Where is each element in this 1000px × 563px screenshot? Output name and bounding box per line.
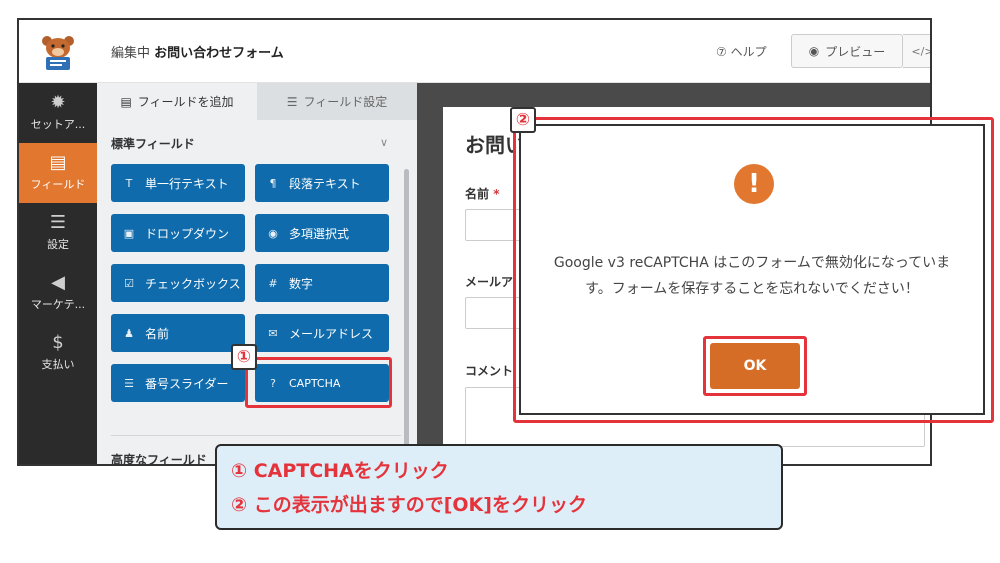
- header-title: 編集中 お問い合わせフォーム: [111, 42, 284, 61]
- instruction-line-1: ① CAPTCHAをクリック: [231, 460, 449, 482]
- embed-button[interactable]: </>: [903, 34, 932, 68]
- step-badge-2: ②: [510, 107, 536, 133]
- tutorial-screenshot: 編集中 お問い合わせフォーム ⑦ ヘルプ ◉ プレビュー </> ✹ セットア.…: [0, 0, 1000, 563]
- field-button-number-slider[interactable]: ☰ 番号スライダー: [111, 364, 245, 402]
- editing-prefix: 編集中: [111, 46, 151, 61]
- gear-icon: ✹: [50, 92, 66, 113]
- field-button-label: 段落テキスト: [289, 176, 361, 191]
- field-button-checkboxes[interactable]: ☑ チェックボックス: [111, 264, 245, 302]
- field-button-label: 多項選択式: [289, 226, 350, 241]
- list-icon: ▤: [120, 94, 132, 109]
- sliders-icon: ☰: [286, 94, 298, 109]
- field-button-paragraph-text[interactable]: ¶ 段落テキスト: [255, 164, 389, 202]
- sidebar-item-payments[interactable]: $ 支払い: [19, 323, 97, 383]
- field-button-dropdown[interactable]: ▣ ドロップダウン: [111, 214, 245, 252]
- checkbox-icon: ☑: [124, 276, 134, 290]
- label-text: 名前: [465, 187, 490, 201]
- tab-add-fields[interactable]: ▤ フィールドを追加: [97, 83, 257, 120]
- recaptcha-alert-modal: ! Google v3 reCAPTCHA はこのフォームで無効化になっています…: [519, 124, 985, 415]
- field-button-single-line-text[interactable]: T 単一行テキスト: [111, 164, 245, 202]
- ok-button[interactable]: OK: [710, 343, 800, 389]
- name-field-label: 名前 *: [465, 185, 499, 202]
- sliders-icon: ☰: [49, 212, 67, 233]
- sidebar-item-label: マーケテ...: [30, 298, 86, 311]
- dropdown-icon: ▣: [123, 226, 135, 240]
- field-button-label: ドロップダウン: [145, 226, 230, 241]
- modal-message: Google v3 reCAPTCHA はこのフォームで無効化になっています。フ…: [553, 255, 951, 297]
- field-button-numbers[interactable]: # 数字: [255, 264, 389, 302]
- dollar-icon: $: [52, 332, 64, 353]
- code-icon: </>: [911, 44, 932, 58]
- paragraph-icon: ¶: [269, 176, 277, 190]
- help-label: ヘルプ: [730, 45, 767, 59]
- captcha-highlight: [245, 357, 392, 408]
- help-icon: ⑦: [716, 45, 727, 59]
- chevron-down-icon[interactable]: ∨: [380, 136, 388, 149]
- logo: [19, 20, 97, 83]
- tab-field-settings[interactable]: ☰ フィールド設定: [257, 83, 417, 120]
- instruction-callout: ① CAPTCHAをクリック ② この表示が出ますので[OK]をクリック: [215, 444, 783, 530]
- tab-label: フィールドを追加: [137, 95, 234, 109]
- sidebar-item-label: 支払い: [41, 358, 75, 371]
- sidebar-item-label: 設定: [47, 238, 69, 251]
- eye-icon: ◉: [808, 44, 820, 58]
- section-divider: [111, 435, 401, 436]
- sidebar-item-fields[interactable]: ▤ フィールド: [19, 143, 97, 203]
- field-button-label: 数字: [289, 276, 314, 291]
- field-button-multiple-choice[interactable]: ◉ 多項選択式: [255, 214, 389, 252]
- advanced-fields-heading[interactable]: 高度なフィールド: [111, 451, 207, 464]
- field-button-name[interactable]: ♟ 名前: [111, 314, 245, 352]
- slider-icon: ☰: [124, 376, 134, 390]
- field-button-label: 名前: [145, 326, 170, 341]
- sidebar-item-marketing[interactable]: ◀ マーケテ...: [19, 263, 97, 323]
- required-mark: *: [493, 187, 500, 201]
- step-badge-1: ①: [231, 344, 257, 370]
- fields-panel: ▤ フィールドを追加 ☰ フィールド設定 標準フィールド ∨ T 単一行テキスト…: [97, 83, 417, 464]
- form-name: お問い合わせフォーム: [154, 46, 284, 61]
- field-button-label: 番号スライダー: [145, 376, 229, 391]
- panel-scrollbar[interactable]: [404, 169, 409, 464]
- bear-logo-icon: [42, 35, 74, 70]
- field-button-label: 単一行テキスト: [145, 176, 229, 191]
- sidebar-item-label: セットア...: [30, 118, 86, 131]
- text-line-icon: T: [125, 176, 133, 190]
- megaphone-icon: ◀: [51, 272, 65, 293]
- fields-icon: ▤: [49, 152, 67, 173]
- standard-fields-heading[interactable]: 標準フィールド: [111, 135, 195, 152]
- warning-icon: !: [734, 164, 774, 204]
- field-button-label: メールアドレス: [289, 326, 374, 341]
- sidebar-nav: ✹ セットア... ▤ フィールド ☰ 設定 ◀ マーケテ... $ 支払い: [19, 83, 97, 464]
- top-header: 編集中 お問い合わせフォーム ⑦ ヘルプ ◉ プレビュー </>: [19, 20, 930, 83]
- sidebar-item-settings[interactable]: ☰ 設定: [19, 203, 97, 263]
- panel-tabs: ▤ フィールドを追加 ☰ フィールド設定: [97, 83, 417, 120]
- sidebar-item-setup[interactable]: ✹ セットア...: [19, 83, 97, 143]
- sidebar-item-label: フィールド: [30, 178, 86, 191]
- tab-label: フィールド設定: [303, 95, 388, 109]
- preview-button[interactable]: ◉ プレビュー: [791, 34, 903, 68]
- field-button-email[interactable]: ✉ メールアドレス: [255, 314, 389, 352]
- envelope-icon: ✉: [268, 326, 278, 340]
- user-icon: ♟: [124, 326, 134, 340]
- field-button-label: チェックボックス: [145, 276, 241, 291]
- help-link[interactable]: ⑦ ヘルプ: [716, 43, 767, 60]
- instruction-line-2: ② この表示が出ますので[OK]をクリック: [231, 494, 587, 516]
- comment-field-label: コメント: [465, 364, 514, 378]
- radio-icon: ◉: [268, 226, 278, 240]
- preview-label: プレビュー: [825, 44, 886, 59]
- email-field-label: メールア: [465, 275, 514, 289]
- hash-icon: #: [268, 276, 278, 290]
